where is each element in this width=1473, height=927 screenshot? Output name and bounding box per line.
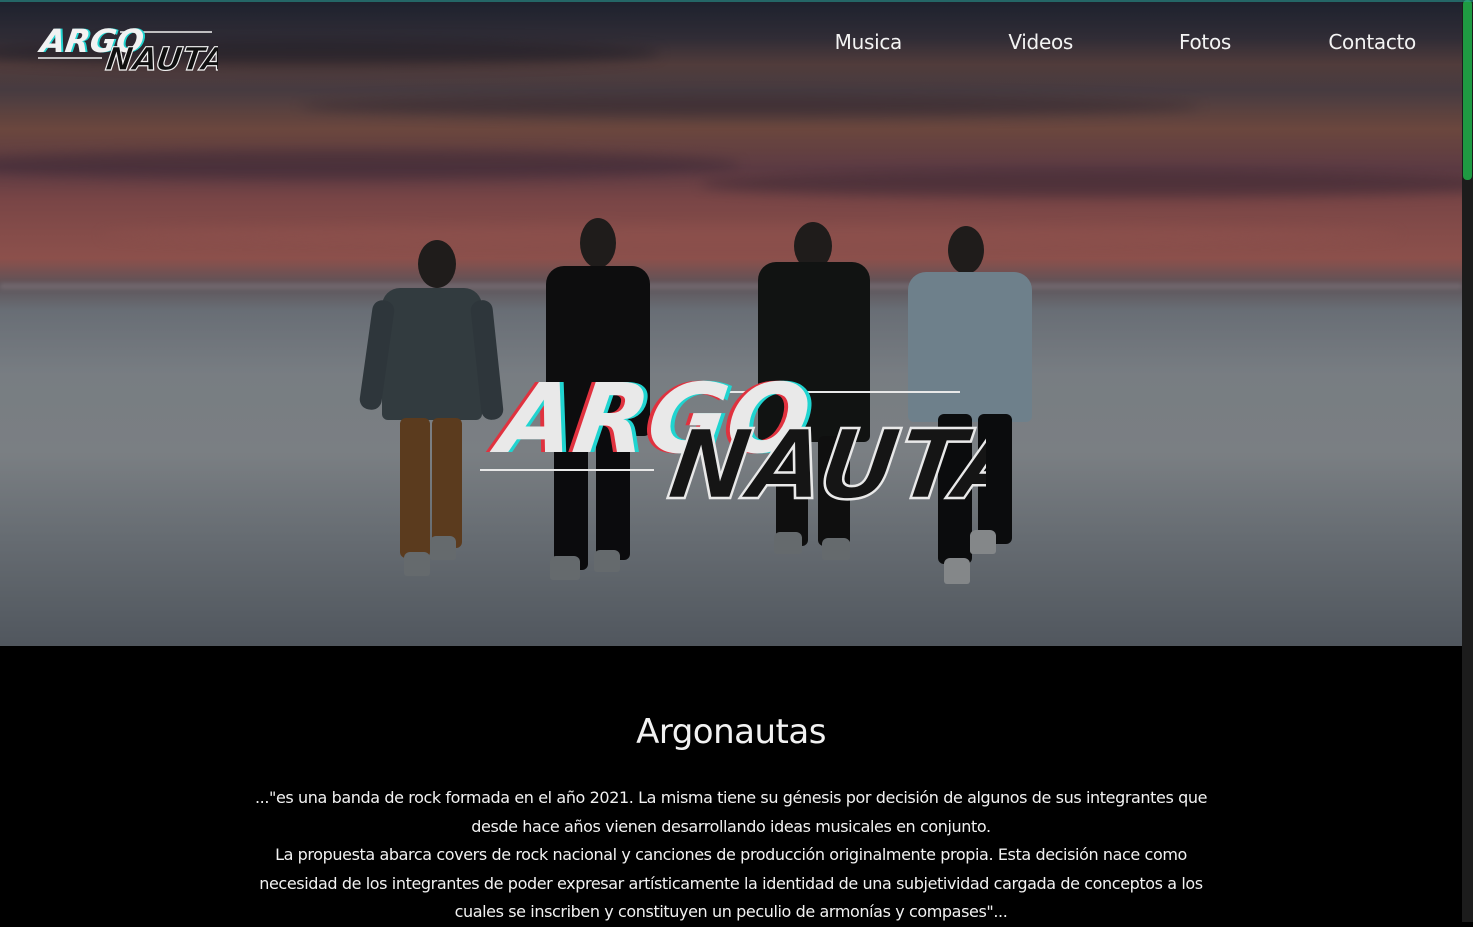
- svg-text:NAUTAS: NAUTAS: [662, 408, 986, 504]
- nav-musica-link[interactable]: Musica: [802, 30, 903, 60]
- about-paragraph-2: La propuesta abarca covers de rock nacio…: [259, 845, 1203, 922]
- about-description: ..."es una banda de rock formada en el a…: [246, 784, 1216, 927]
- top-accent-line: [0, 0, 1473, 2]
- argonautas-hero-logo: ARGO ARGO ARGO NAUTAS: [480, 362, 986, 504]
- about-section: Argonautas ..."es una banda de rock form…: [0, 646, 1462, 922]
- main-nav: Musica Videos Fotos Contacto: [802, 30, 1417, 60]
- about-title: Argonautas: [636, 712, 826, 752]
- page-scrollbar[interactable]: [1462, 0, 1473, 922]
- scrollbar-thumb[interactable]: [1463, 0, 1472, 180]
- site-logo[interactable]: ARGO ARGO NAUTAS: [36, 18, 218, 74]
- nav-fotos-link[interactable]: Fotos: [1073, 30, 1231, 60]
- about-paragraph-1: ..."es una banda de rock formada en el a…: [254, 788, 1208, 836]
- nav-contacto-link[interactable]: Contacto: [1231, 30, 1416, 60]
- hero-banner: ARGO ARGO ARGO NAUTAS ARGO ARGO NAUTAS M…: [0, 0, 1462, 646]
- svg-text:NAUTAS: NAUTAS: [104, 40, 218, 74]
- nav-videos-link[interactable]: Videos: [902, 30, 1073, 60]
